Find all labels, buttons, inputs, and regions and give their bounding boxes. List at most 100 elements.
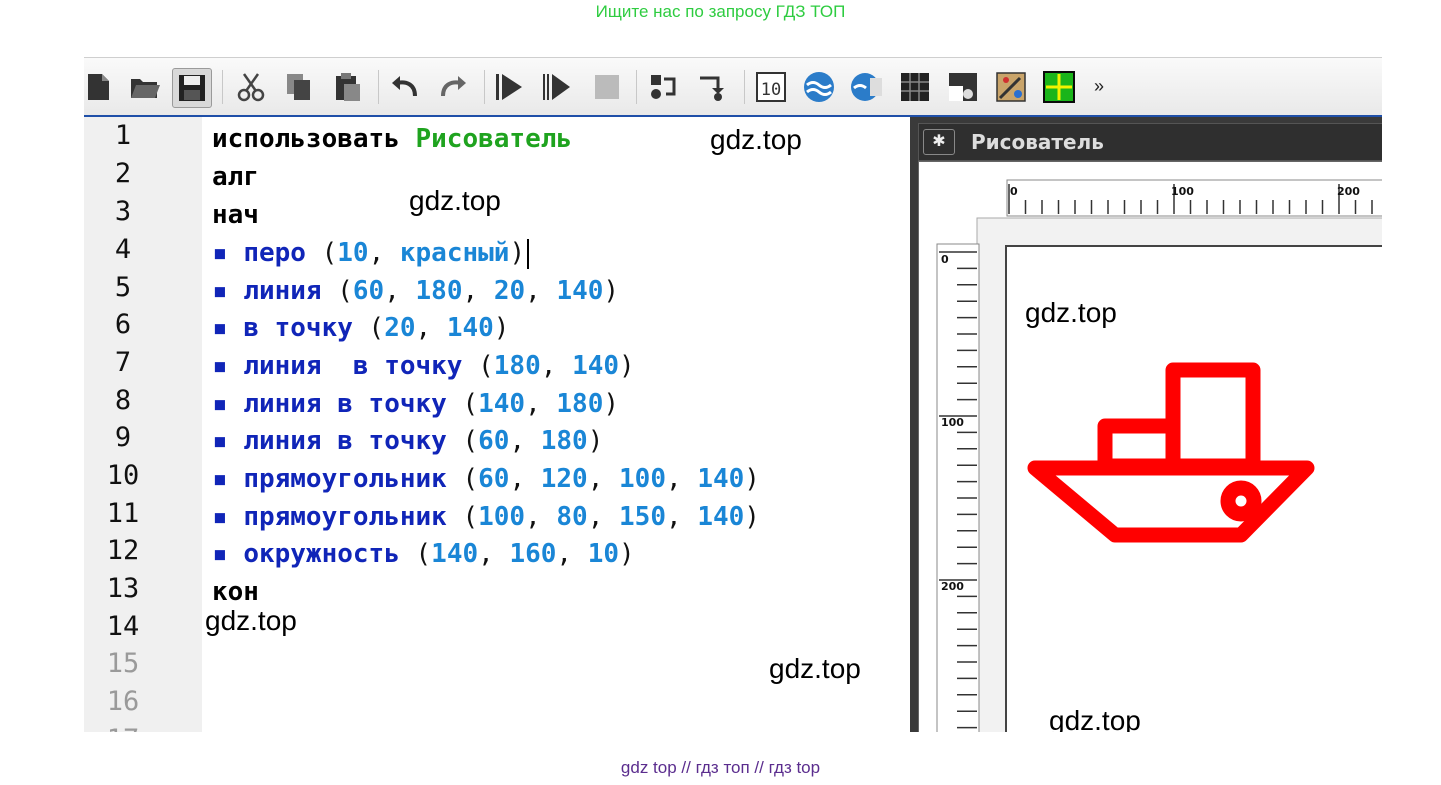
new-file-icon[interactable] xyxy=(84,68,118,106)
line-number: 17 xyxy=(84,724,162,732)
number: 180 xyxy=(540,426,588,456)
ruler-label: 200 xyxy=(1337,185,1360,198)
code-line: ▪ окружность (140, 160, 10) xyxy=(212,539,635,569)
keyword: кон xyxy=(212,577,259,607)
open-folder-icon[interactable] xyxy=(126,68,164,106)
ruler-label: 100 xyxy=(1171,185,1194,198)
indent-dot: ▪ xyxy=(212,313,228,343)
toolbar: 10 » xyxy=(84,57,1382,117)
line-number: 4 xyxy=(114,234,132,265)
number: 10 xyxy=(587,539,620,569)
watermark: gdz.top xyxy=(205,605,297,636)
number: 180 xyxy=(556,389,604,419)
command: окружность xyxy=(243,539,400,569)
cut-icon[interactable] xyxy=(232,68,270,106)
run-icon[interactable] xyxy=(538,68,576,106)
number: 100 xyxy=(478,502,526,532)
robot-field-icon[interactable]: 10 xyxy=(752,68,790,106)
indent-dot: ▪ xyxy=(212,389,228,419)
number: 140 xyxy=(572,351,620,381)
command: линия в точку xyxy=(243,426,447,456)
line-number: 1 xyxy=(114,120,132,151)
line-number: 11 xyxy=(106,498,140,529)
grid-icon[interactable] xyxy=(896,68,934,106)
text-cursor xyxy=(527,238,530,269)
number: 20 xyxy=(384,313,416,343)
grasshopper-icon[interactable] xyxy=(944,68,982,106)
number: 60 xyxy=(478,464,510,494)
command: перо xyxy=(243,238,306,268)
top-banner: Ищите нас по запросу ГДЗ ТОП xyxy=(595,2,846,21)
indent-dot: ▪ xyxy=(212,464,228,494)
footer-text: gdz top // гдз топ // гдз top xyxy=(620,758,821,777)
code-line: использовать Рисователь xyxy=(212,121,572,157)
keyword: использовать xyxy=(212,124,416,154)
pin-icon[interactable]: ✱ xyxy=(923,129,955,155)
line-number: 14 xyxy=(106,611,140,642)
keyword: нач xyxy=(212,200,259,230)
watermark: gdz.top xyxy=(1049,705,1141,732)
line-number: 13 xyxy=(106,573,140,604)
painter-canvas: 0 100 200 0 100 200 xyxy=(936,179,1382,732)
line-number: 5 xyxy=(114,272,132,303)
number: 180 xyxy=(415,276,463,306)
number: 140 xyxy=(556,276,604,306)
run-step-icon[interactable] xyxy=(490,68,528,106)
svg-text:10: 10 xyxy=(761,80,781,100)
save-icon[interactable] xyxy=(172,68,212,108)
line-number: 8 xyxy=(114,385,132,416)
ruler-label: 100 xyxy=(941,416,964,429)
painter-canvas-area[interactable]: 0 100 200 0 100 200 xyxy=(918,161,1382,732)
code-line: ▪ линия в точку (180, 140) xyxy=(212,351,635,381)
ruler-label: 0 xyxy=(941,253,949,266)
number: 140 xyxy=(431,539,479,569)
number: 140 xyxy=(446,313,494,343)
painter-window: ✱ Рисователь 0 100 200 0 100 200 xyxy=(910,117,1382,732)
keyword: алг xyxy=(212,162,259,192)
number: 20 xyxy=(493,276,526,306)
line-number-gutter: 1 2 3 4 5 6 7 8 9 10 11 12 13 14 15 16 1… xyxy=(84,117,202,732)
indent-dot: ▪ xyxy=(212,238,228,268)
indent-dot: ▪ xyxy=(212,502,228,532)
paste-icon[interactable] xyxy=(328,68,366,106)
undo-icon[interactable] xyxy=(386,68,424,106)
turtle-icon[interactable] xyxy=(848,68,886,106)
redo-icon[interactable] xyxy=(434,68,472,106)
line-number: 12 xyxy=(106,535,140,566)
painter-icon[interactable] xyxy=(992,68,1030,106)
number: 140 xyxy=(697,502,745,532)
copy-icon[interactable] xyxy=(280,68,318,106)
separator: , xyxy=(368,238,400,268)
code-line: ▪ линия в точку (60, 180) xyxy=(212,426,604,456)
number: 140 xyxy=(697,464,745,494)
module-name: Рисователь xyxy=(415,124,573,154)
painter-window-header: ✱ Рисователь xyxy=(918,123,1382,161)
command: в точку xyxy=(243,313,353,343)
code-line: ▪ перо (10, красный) xyxy=(212,235,530,271)
more-tools-button[interactable]: » xyxy=(1094,76,1104,97)
draftsman-icon[interactable] xyxy=(1040,68,1078,106)
ruler-label: 200 xyxy=(941,580,964,593)
code-editor[interactable]: использовать Рисователь алг нач ▪ перо (… xyxy=(212,117,912,732)
number: 10 xyxy=(337,238,369,268)
step-out-icon[interactable] xyxy=(692,68,730,106)
number: 160 xyxy=(509,539,557,569)
number: 100 xyxy=(619,464,666,494)
painter-window-title: Рисователь xyxy=(971,130,1104,154)
indent-dot: ▪ xyxy=(212,426,228,456)
top-ruler xyxy=(1006,179,1382,217)
number: 80 xyxy=(556,502,588,532)
vodolei-icon[interactable] xyxy=(800,68,838,106)
command: прямоугольник xyxy=(243,502,447,532)
stop-icon[interactable] xyxy=(588,68,626,106)
code-line: ▪ прямоугольник (60, 120, 100, 140) xyxy=(212,464,760,494)
step-in-icon[interactable] xyxy=(644,68,682,106)
number: 150 xyxy=(619,502,666,532)
line-number: 15 xyxy=(106,648,140,679)
line-number: 6 xyxy=(114,309,132,340)
code-line: алг xyxy=(212,159,259,195)
ruler-label: 0 xyxy=(1010,185,1018,198)
line-number: 10 xyxy=(106,460,140,491)
watermark: gdz.top xyxy=(769,653,861,684)
color-arg: красный xyxy=(399,238,510,268)
